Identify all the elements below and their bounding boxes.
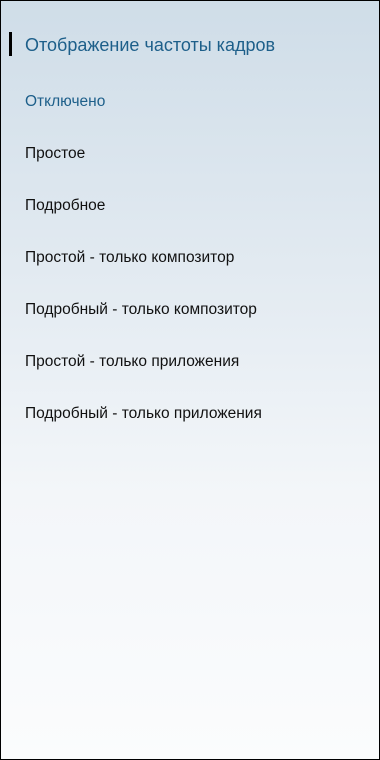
option-detailed-compositor-only[interactable]: Подробный - только композитор [1,295,379,347]
option-detailed-apps-only[interactable]: Подробный - только приложения [1,399,379,451]
option-disabled[interactable]: Отключено [1,87,379,139]
panel-header: Отображение частоты кадров [1,29,379,61]
panel-title: Отображение частоты кадров [25,35,276,55]
option-simple[interactable]: Простое [1,139,379,191]
option-simple-compositor-only[interactable]: Простой - только композитор [1,243,379,295]
option-detailed[interactable]: Подробное [1,191,379,243]
frame-rate-display-panel: Отображение частоты кадров Отключено Про… [0,0,380,760]
focus-indicator [9,32,12,56]
option-simple-apps-only[interactable]: Простой - только приложения [1,347,379,399]
frame-rate-options-list: Отключено Простое Подробное Простой - то… [1,87,379,451]
